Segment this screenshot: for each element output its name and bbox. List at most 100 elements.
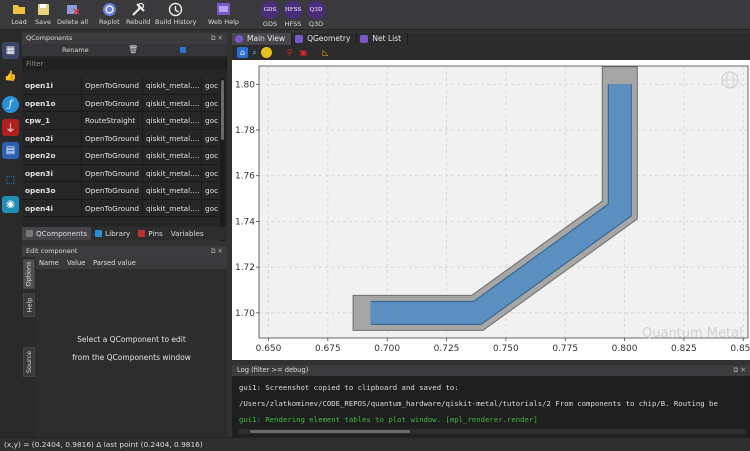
main-plot[interactable]: 0.650 0.675 0.700 0.725 0.750 0.775 0.800 0.825… (232, 60, 750, 360)
load-button[interactable]: Load (10, 1, 28, 26)
tab-variables[interactable]: Variables (167, 227, 208, 240)
table-row[interactable]: open2i OpenToGround qiskit_metal.... goc (22, 129, 219, 147)
pan-icon[interactable] (261, 47, 272, 58)
edit-component-panel: Edit component ⧉ ✕ Options Help Source N… (22, 246, 227, 437)
select-icon[interactable] (180, 47, 186, 53)
save-icon (34, 1, 52, 17)
net-list-icon (360, 35, 369, 43)
zoom-icon[interactable]: ⌕ (249, 47, 260, 58)
camera-icon[interactable]: ◉ (2, 196, 19, 213)
table-row[interactable]: open1i OpenToGround qiskit_metal.... goc (22, 77, 219, 95)
log-window-icon[interactable]: ▤ (2, 142, 19, 159)
float-close-icon[interactable]: ⧉ ✕ (211, 246, 223, 257)
log-panel: Log (filter >= debug) ⧉ ✕ gui1: Screensh… (232, 365, 750, 437)
log-title-bar: Log (filter >= debug) ⧉ ✕ (232, 365, 750, 376)
lock-icon[interactable]: ▣ (298, 47, 309, 58)
main-toolbar: Load Save Delete all Replot Rebuild Buil… (0, 0, 750, 30)
y-tick-label: 1.72 (235, 263, 255, 273)
folder-icon (10, 1, 28, 17)
thumbs-up-icon[interactable]: 👍 (2, 68, 19, 85)
qcomponents-vertical-scrollbar[interactable] (220, 78, 225, 241)
ruler-icon[interactable]: ◺ (320, 47, 331, 58)
rebuild-button[interactable]: Rebuild (126, 1, 150, 26)
hfss-icon: HFSS (284, 1, 302, 19)
table-row[interactable]: open3o OpenToGround qiskit_metal.... goc (22, 182, 219, 200)
tab-help[interactable]: Help (23, 293, 35, 317)
x-tick-label: 0.675 (315, 344, 341, 354)
library-tab-icon (95, 230, 103, 237)
table-row[interactable]: open1o OpenToGround qiskit_metal.... goc (22, 94, 219, 112)
plot-canvas[interactable]: 0.650 0.675 0.700 0.725 0.750 0.775 0.800 0.825… (232, 60, 750, 360)
x-tick-label: 0.700 (374, 344, 400, 354)
qgeometry-icon (295, 35, 304, 43)
table-row[interactable]: open4i OpenToGround qiskit_metal.... goc (22, 199, 219, 217)
y-tick-label: 1.80 (235, 80, 255, 90)
select-box-icon[interactable]: ⬚ (2, 172, 19, 189)
x-tick-label: 0.650 (256, 344, 282, 354)
plug-icon[interactable]: ⏚ (2, 119, 19, 136)
table-row[interactable]: open3i OpenToGround qiskit_metal.... goc (22, 164, 219, 182)
qcomponents-title-bar: QComponents ⧉ ✕ (22, 33, 227, 44)
y-tick-label: 1.70 (235, 309, 255, 319)
column-name: Name (39, 259, 59, 267)
log-horizontal-scrollbar[interactable] (238, 429, 746, 434)
y-tick-label: 1.74 (235, 217, 255, 227)
history-icon (167, 1, 185, 17)
x-tick-label: 0.800 (612, 344, 638, 354)
tab-options[interactable]: Options (23, 259, 35, 289)
save-button[interactable]: Save (34, 1, 52, 26)
function-icon[interactable]: ƒ (2, 96, 19, 113)
x-tick-label: 0.775 (552, 344, 578, 354)
filter-input[interactable]: Filter (22, 58, 227, 70)
table-row[interactable]: open2o OpenToGround qiskit_metal.... goc (22, 147, 219, 165)
gds-button[interactable]: GDS GDS (261, 1, 279, 28)
build-history-button[interactable]: Build History (155, 1, 197, 26)
hfss-button[interactable]: HFSS HFSS (284, 1, 302, 28)
gds-icon: GDS (261, 1, 279, 19)
edit-placeholder-message: Select a QComponent to edit from the QCo… (72, 335, 191, 362)
delete-icon (64, 1, 82, 17)
column-parsed-value: Parsed value (93, 259, 136, 267)
qcomponents-toolbar: Rename 🗑 (22, 44, 227, 56)
rebuild-icon (129, 1, 147, 17)
delete-all-button[interactable]: Delete all (57, 1, 88, 26)
status-bar: (x,y) = (0.2404, 0.9816) Δ last point (0… (0, 437, 750, 451)
edit-component-title-bar: Edit component ⧉ ✕ (22, 246, 227, 257)
replot-icon (100, 1, 118, 17)
log-line: gui1: Rendering element tables to plot w… (239, 415, 538, 424)
q3d-button[interactable]: Q3D Q3D (307, 1, 325, 28)
x-tick-label: 0.750 (493, 344, 519, 354)
rename-button[interactable]: Rename (62, 46, 89, 54)
view-tab-bar: Main View QGeometry Net List (232, 33, 750, 45)
log-line: /Users/zlatkominev/CODE_REPOS/quantum_ha… (239, 399, 718, 408)
y-tick-label: 1.76 (235, 172, 255, 182)
x-tick-label: 0.825 (671, 344, 697, 354)
tab-pins[interactable]: Pins (134, 227, 166, 240)
replot-button[interactable]: Replot (99, 1, 120, 26)
qcomponents-tab-icon (26, 230, 33, 237)
tab-library[interactable]: Library (91, 227, 134, 240)
chip-icon[interactable]: ▦ (2, 42, 19, 59)
trash-icon[interactable]: 🗑 (128, 45, 138, 54)
table-row[interactable]: cpw_1 RouteStraight qiskit_metal.... goc (22, 112, 219, 130)
x-tick-label: 0.725 (434, 344, 460, 354)
q3d-icon: Q3D (307, 1, 325, 19)
tab-source[interactable]: Source (23, 347, 35, 377)
web-help-icon (215, 1, 233, 17)
tab-main-view[interactable]: Main View (232, 33, 293, 45)
watermark-text: Quantum Metal (642, 326, 743, 341)
home-icon[interactable]: ⌂ (237, 47, 248, 58)
tab-qgeometry[interactable]: QGeometry (292, 33, 358, 45)
log-line: gui1: Screenshot copied to clipboard and… (239, 383, 459, 392)
float-close-icon[interactable]: ⧉ ✕ (211, 33, 223, 44)
tab-net-list[interactable]: Net List (357, 33, 409, 45)
float-close-icon[interactable]: ⧉ ✕ (733, 365, 746, 376)
tab-qcomponents[interactable]: QComponents (22, 227, 92, 240)
pin-icon[interactable]: ⚲ (284, 47, 295, 58)
edit-side-tabs: Options Help Source (22, 257, 36, 437)
qiskit-metal-window: Load Save Delete all Replot Rebuild Buil… (0, 0, 750, 451)
edit-table-header: Name Value Parsed value (36, 257, 227, 269)
panel-tab-bar: QComponents Library Pins Variables (22, 227, 227, 240)
web-help-button[interactable]: Web Help (208, 1, 239, 26)
x-tick-label: 0.850 (730, 344, 750, 354)
